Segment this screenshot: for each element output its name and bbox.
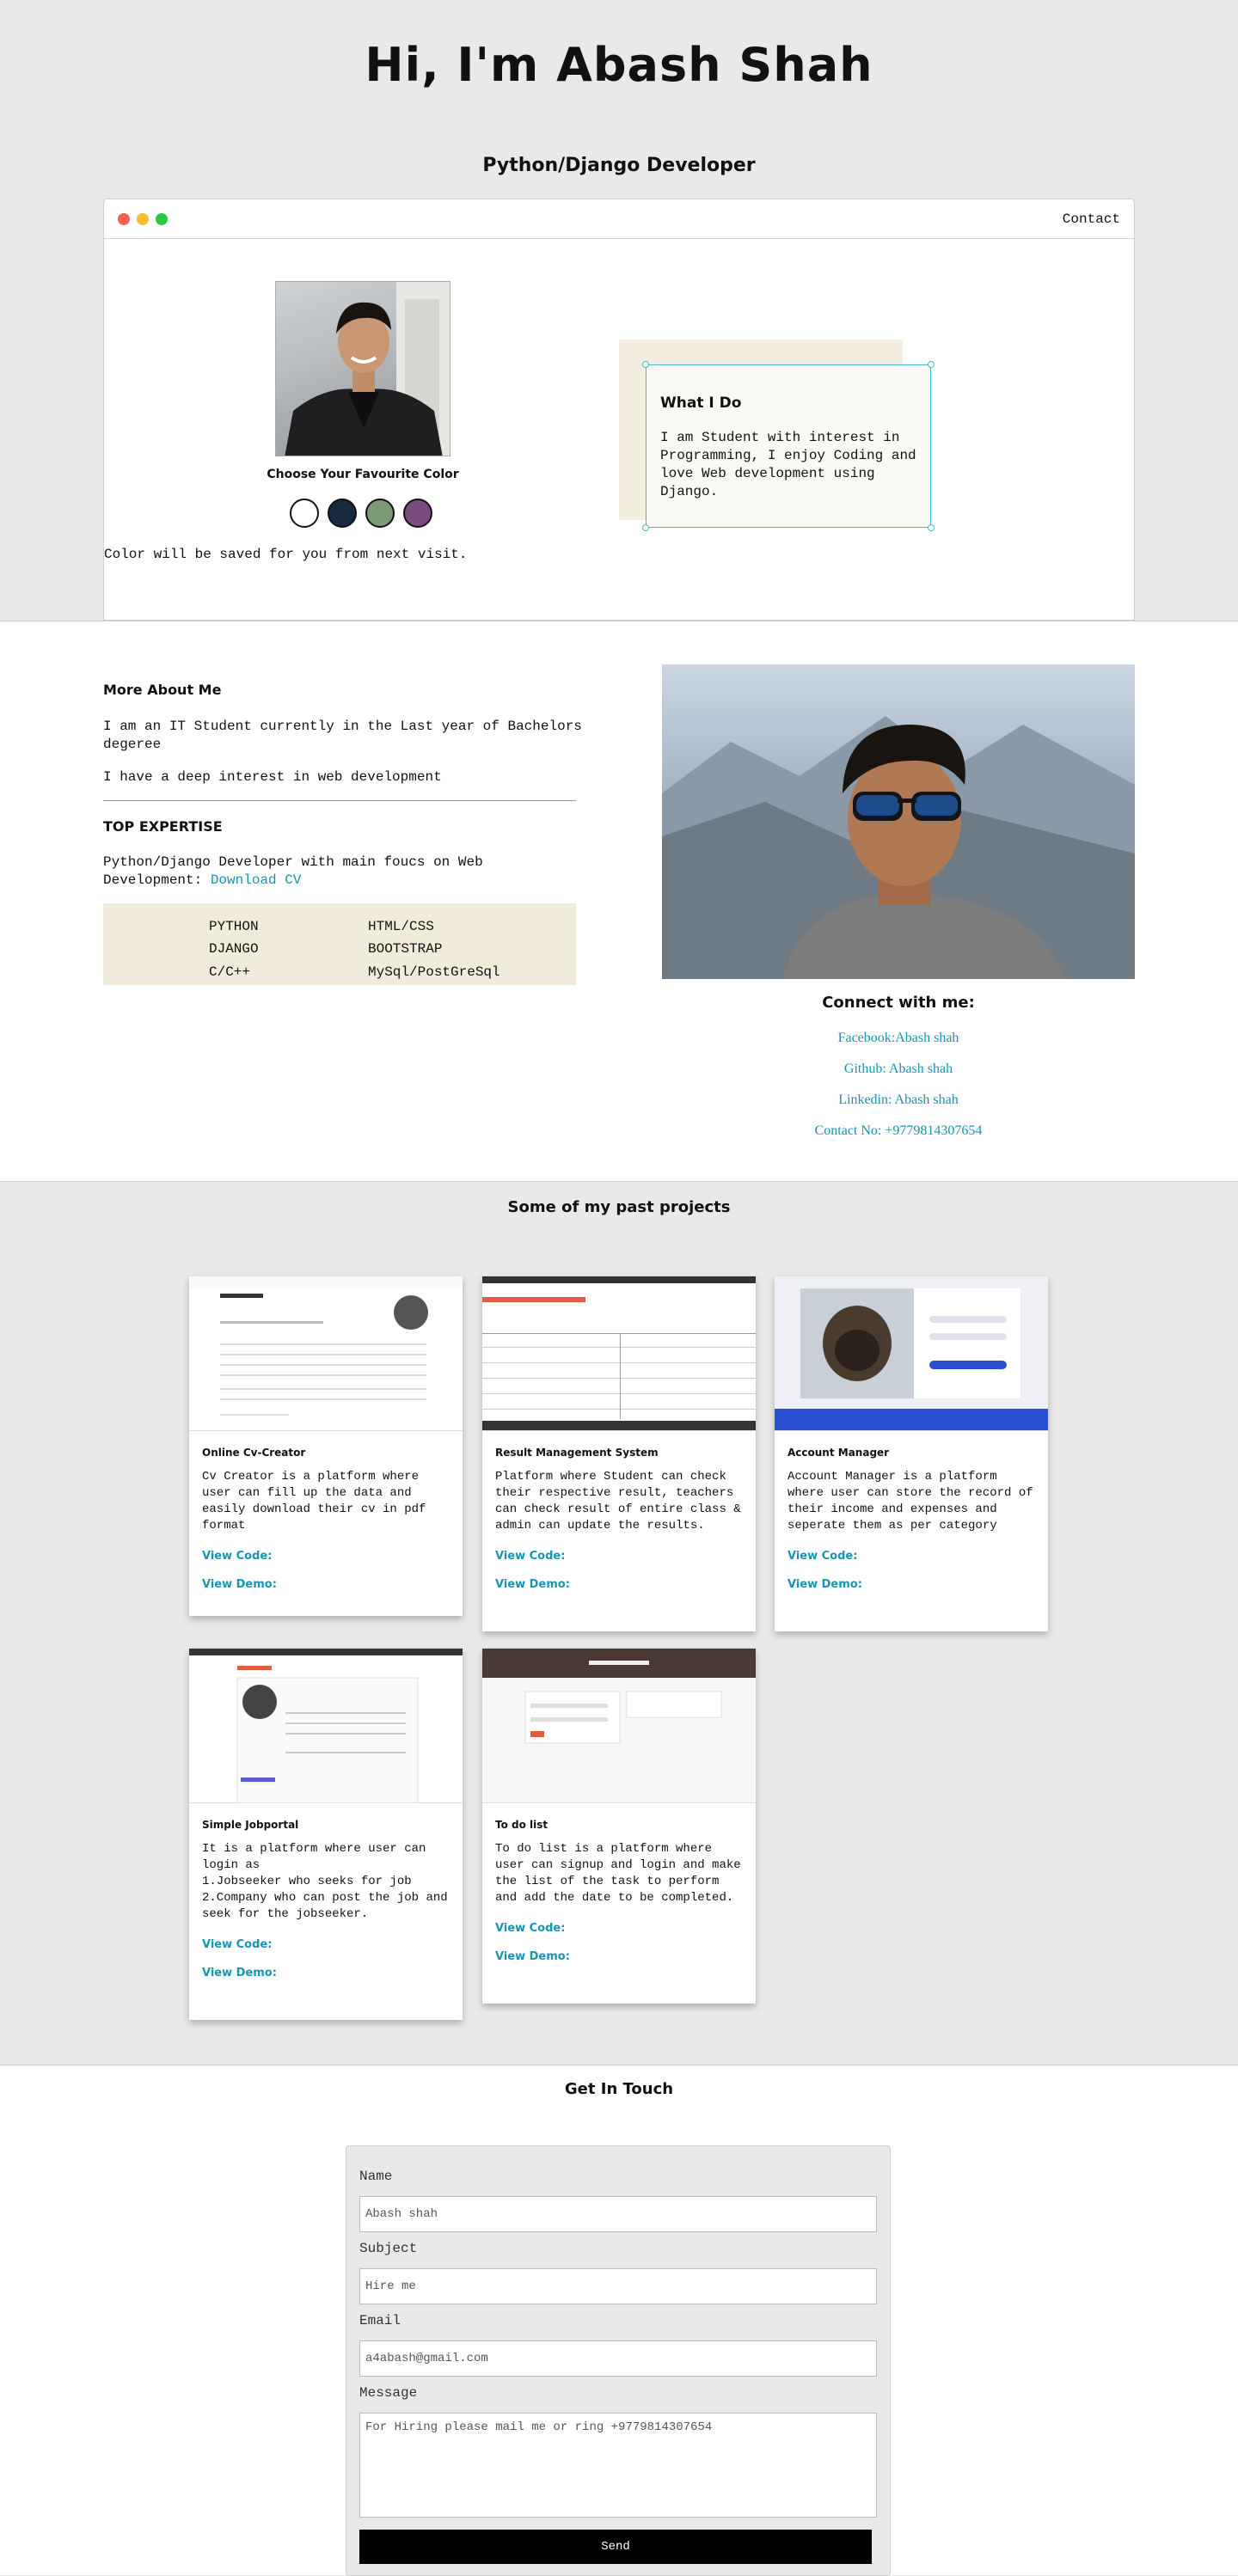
color-option-navy[interactable] (328, 499, 357, 528)
project-description: Account Manager is a platform where user… (788, 1470, 1033, 1533)
view-code-link[interactable]: View Code: (788, 1550, 1035, 1563)
send-button[interactable]: Send (359, 2530, 872, 2564)
about-paragraph: I am an IT Student currently in the Last… (103, 719, 582, 752)
email-field[interactable] (359, 2340, 877, 2377)
color-option-purple[interactable] (403, 499, 432, 528)
project-card: To do list To do list is a platform wher… (482, 1649, 756, 2004)
project-description: Cv Creator is a platform where user can … (202, 1470, 426, 1533)
about-heading: More About Me (103, 682, 222, 698)
name-field[interactable] (359, 2196, 877, 2232)
profile-avatar (275, 281, 450, 456)
project-title: Result Management System (495, 1447, 659, 1459)
resize-handle-icon (642, 524, 649, 531)
view-demo-link[interactable]: View Demo: (495, 1578, 743, 1591)
view-demo-link[interactable]: View Demo: (202, 1967, 450, 1979)
project-description: To do list is a platform where user can … (495, 1842, 741, 1905)
browser-window: Contact Choose Your Favourite Color Colo… (103, 199, 1135, 621)
resize-handle-icon (928, 524, 935, 531)
project-screenshot (482, 1649, 756, 1803)
profile-photo (662, 664, 1135, 979)
project-card: Online Cv-Creator Cv Creator is a platfo… (189, 1276, 463, 1616)
view-code-link[interactable]: View Code: (495, 1922, 743, 1935)
skill-item: BOOTSTRAP (368, 941, 443, 958)
resize-handle-icon (928, 361, 935, 368)
email-label: Email (359, 2313, 401, 2328)
view-demo-link[interactable]: View Demo: (788, 1578, 1035, 1591)
project-title: To do list (495, 1819, 549, 1831)
project-title: Account Manager (788, 1447, 890, 1459)
view-code-link[interactable]: View Code: (202, 1550, 450, 1563)
download-cv-link[interactable]: Download CV (211, 872, 302, 888)
github-link[interactable]: Github: Abash shah (662, 1062, 1135, 1077)
project-description: Platform where Student can check their r… (495, 1470, 741, 1533)
skill-item: PYTHON (209, 919, 259, 934)
window-titlebar: Contact (104, 199, 1134, 239)
page-title: Hi, I'm Abash Shah (365, 38, 873, 92)
expertise-text: Python/Django Developer with main foucs … (103, 854, 585, 890)
favourite-color-label: Choose Your Favourite Color (267, 468, 459, 481)
project-card: Account Manager Account Manager is a pla… (775, 1276, 1048, 1631)
message-field[interactable]: For Hiring please mail me or ring +97798… (359, 2413, 877, 2518)
projects-section: Some of my past projects Online Cv-Creat… (0, 1181, 1238, 2065)
view-demo-link[interactable]: View Demo: (202, 1578, 450, 1591)
what-i-do-card: What I Do I am Student with interest in … (642, 361, 935, 531)
color-option-white[interactable] (290, 499, 319, 528)
project-description: It is a platform where user can login as… (202, 1842, 448, 1921)
connect-heading: Connect with me: (822, 994, 975, 1012)
name-label: Name (359, 2169, 393, 2184)
project-title: Simple Jobportal (202, 1819, 299, 1831)
project-card: Simple Jobportal It is a platform where … (189, 1649, 463, 2020)
about-section: More About Me I am an IT Student current… (0, 621, 1238, 1181)
project-screenshot (775, 1276, 1048, 1431)
hero-section: Hi, I'm Abash Shah Python/Django Develop… (0, 0, 1238, 621)
color-saved-note: Color will be saved for you from next vi… (104, 547, 468, 562)
contact-form: Name Subject Email Message For Hiring pl… (346, 2145, 891, 2576)
projects-heading: Some of my past projects (507, 1198, 731, 1216)
skill-item: C/C++ (209, 964, 251, 980)
project-title: Online Cv-Creator (202, 1447, 306, 1459)
maximize-dot-icon (156, 213, 168, 225)
view-code-link[interactable]: View Code: (495, 1550, 743, 1563)
view-demo-link[interactable]: View Demo: (495, 1950, 743, 1963)
project-screenshot (189, 1649, 463, 1803)
what-i-do-title: What I Do (660, 395, 742, 412)
message-label: Message (359, 2385, 418, 2401)
phone-link[interactable]: Contact No: +9779814307654 (662, 1123, 1135, 1139)
facebook-link[interactable]: Facebook:Abash shah (662, 1031, 1135, 1046)
resize-handle-icon (642, 361, 649, 368)
contact-heading: Get In Touch (564, 2080, 674, 2098)
linkedin-link[interactable]: Linkedin: Abash shah (662, 1092, 1135, 1108)
project-screenshot (482, 1276, 756, 1431)
skill-item: DJANGO (209, 941, 259, 958)
color-option-green[interactable] (365, 499, 395, 528)
minimize-dot-icon (137, 213, 149, 225)
contact-link[interactable]: Contact (1063, 211, 1120, 227)
subject-field[interactable] (359, 2268, 877, 2304)
project-screenshot (189, 1276, 463, 1431)
subject-label: Subject (359, 2241, 418, 2256)
view-code-link[interactable]: View Code: (202, 1938, 450, 1951)
expertise-heading: TOP EXPERTISE (103, 818, 223, 835)
what-i-do-text: I am Student with interest in Programmin… (660, 430, 916, 499)
skill-item: HTML/CSS (368, 919, 434, 934)
close-dot-icon (118, 213, 130, 225)
divider (103, 800, 576, 801)
about-paragraph: I have a deep interest in web developmen… (103, 769, 442, 785)
skill-item: MySql/PostGreSql (368, 964, 500, 980)
contact-section: Get In Touch Name Subject Email Message … (0, 2065, 1238, 2576)
color-picker (290, 499, 432, 528)
project-card: Result Management System Platform where … (482, 1276, 756, 1631)
page-subtitle: Python/Django Developer (482, 155, 756, 176)
skills-box: PYTHON HTML/CSS DJANGO BOOTSTRAP C/C++ M… (103, 903, 576, 985)
